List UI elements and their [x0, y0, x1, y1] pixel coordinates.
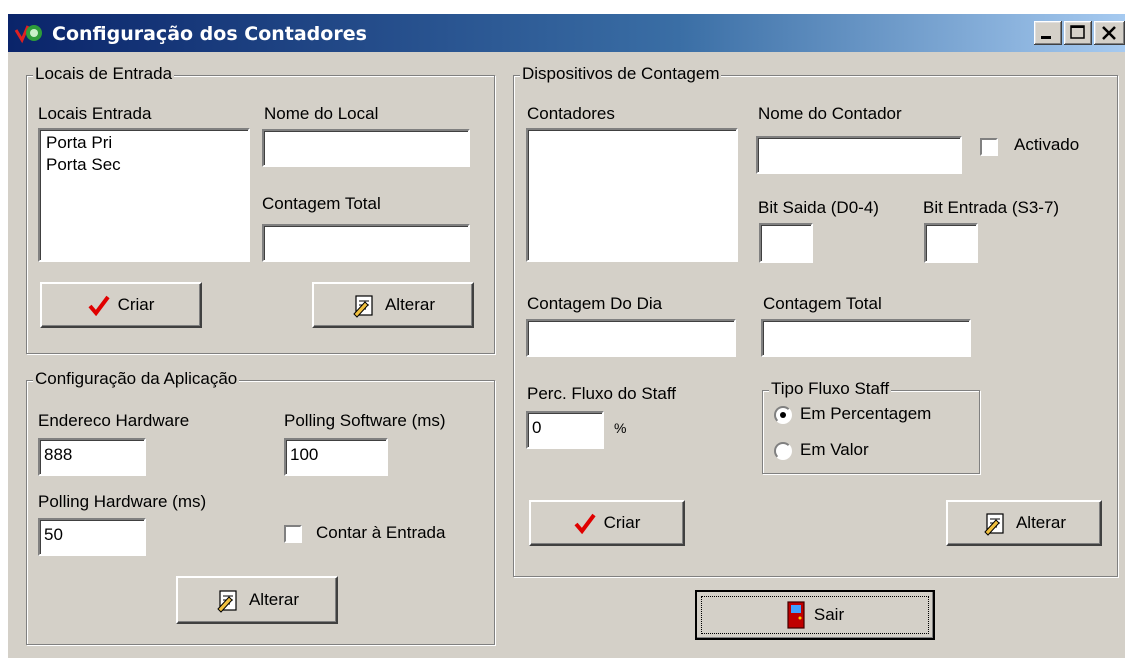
radio-em-percentagem-label: Em Percentagem [800, 404, 932, 423]
radio-em-valor-label: Em Valor [800, 440, 869, 459]
contagem-total-label: Contagem Total [262, 194, 381, 213]
nome-local-label: Nome do Local [264, 104, 379, 123]
contagem-dia-label: Contagem Do Dia [527, 294, 663, 313]
bit-entrada-input[interactable] [924, 223, 978, 263]
tipo-fluxo-group: Tipo Fluxo Staff [762, 379, 980, 474]
app-group-title: Configuração da Aplicação [33, 369, 240, 389]
locais-group-title: Locais de Entrada [33, 64, 175, 84]
radio-em-percentagem[interactable] [774, 406, 792, 424]
maximize-button[interactable] [1064, 21, 1092, 45]
edit-document-icon [984, 513, 1004, 536]
disp-contagem-total-label: Contagem Total [763, 294, 882, 313]
radio-em-valor[interactable] [774, 442, 792, 460]
polling-software-label: Polling Software (ms) [284, 411, 446, 430]
disp-alterar-button[interactable]: Alterar [946, 500, 1102, 546]
exit-door-icon [787, 601, 805, 629]
title-bar[interactable]: Configuração dos Contadores [8, 14, 1125, 52]
locais-alterar-label: Alterar [384, 295, 436, 314]
dispositivos-group-title: Dispositivos de Contagem [520, 64, 722, 84]
contagem-total-input[interactable] [262, 224, 470, 262]
tipo-fluxo-title: Tipo Fluxo Staff [769, 379, 892, 399]
polling-software-input[interactable]: 100 [284, 438, 388, 476]
checkmark-icon [88, 295, 110, 316]
edit-document-icon [353, 295, 373, 318]
disp-alterar-label: Alterar [1015, 513, 1067, 532]
minimize-button[interactable] [1034, 21, 1062, 45]
locais-criar-button[interactable]: Criar [40, 282, 202, 328]
config-window: Configuração dos Contadores Locais de En… [8, 14, 1125, 658]
app-icon [14, 25, 42, 44]
minimize-icon [1041, 36, 1051, 39]
app-alterar-label: Alterar [248, 590, 300, 609]
perc-unit: % [614, 420, 627, 436]
window-title: Configuração dos Contadores [52, 23, 367, 45]
locais-list-label: Locais Entrada [38, 104, 152, 123]
sair-label: Sair [813, 605, 845, 624]
polling-hardware-label: Polling Hardware (ms) [38, 492, 207, 511]
radio-selected-dot [780, 412, 786, 418]
maximize-icon [1070, 25, 1085, 39]
bit-entrada-label: Bit Entrada (S3-7) [923, 198, 1060, 217]
polling-hardware-input[interactable]: 50 [38, 518, 146, 556]
nome-contador-input[interactable] [756, 136, 962, 174]
bit-saida-label: Bit Saida (D0-4) [758, 198, 879, 217]
contar-entrada-label: Contar à Entrada [316, 523, 446, 542]
activado-label: Activado [1014, 135, 1080, 154]
list-item[interactable]: Porta Sec [46, 154, 242, 176]
endereco-label: Endereco Hardware [38, 411, 190, 430]
perc-fluxo-input[interactable]: 0 [526, 411, 604, 449]
contar-entrada-checkbox[interactable] [284, 525, 302, 543]
nome-contador-label: Nome do Contador [758, 104, 902, 123]
app-alterar-button[interactable]: Alterar [176, 576, 338, 624]
disp-contagem-total-input[interactable] [761, 319, 971, 357]
activado-checkbox[interactable] [980, 138, 998, 156]
disp-criar-label: Criar [603, 513, 641, 532]
contagem-dia-input[interactable] [526, 319, 736, 357]
locais-listbox[interactable]: Porta Pri Porta Sec [38, 128, 250, 262]
checkmark-icon [574, 513, 596, 534]
list-item[interactable]: Porta Pri [46, 132, 242, 154]
perc-fluxo-label: Perc. Fluxo do Staff [527, 384, 676, 403]
disp-criar-button[interactable]: Criar [529, 500, 685, 546]
contadores-label: Contadores [527, 104, 615, 123]
locais-criar-label: Criar [117, 295, 155, 314]
bit-saida-input[interactable] [759, 223, 813, 263]
close-icon [1102, 26, 1116, 40]
close-button[interactable] [1094, 21, 1125, 45]
sair-button[interactable]: Sair [695, 590, 935, 640]
edit-document-icon [217, 590, 237, 613]
locais-alterar-button[interactable]: Alterar [312, 282, 474, 328]
contadores-listbox[interactable] [526, 128, 738, 262]
nome-local-input[interactable] [262, 129, 470, 167]
endereco-input[interactable]: 888 [38, 438, 146, 476]
